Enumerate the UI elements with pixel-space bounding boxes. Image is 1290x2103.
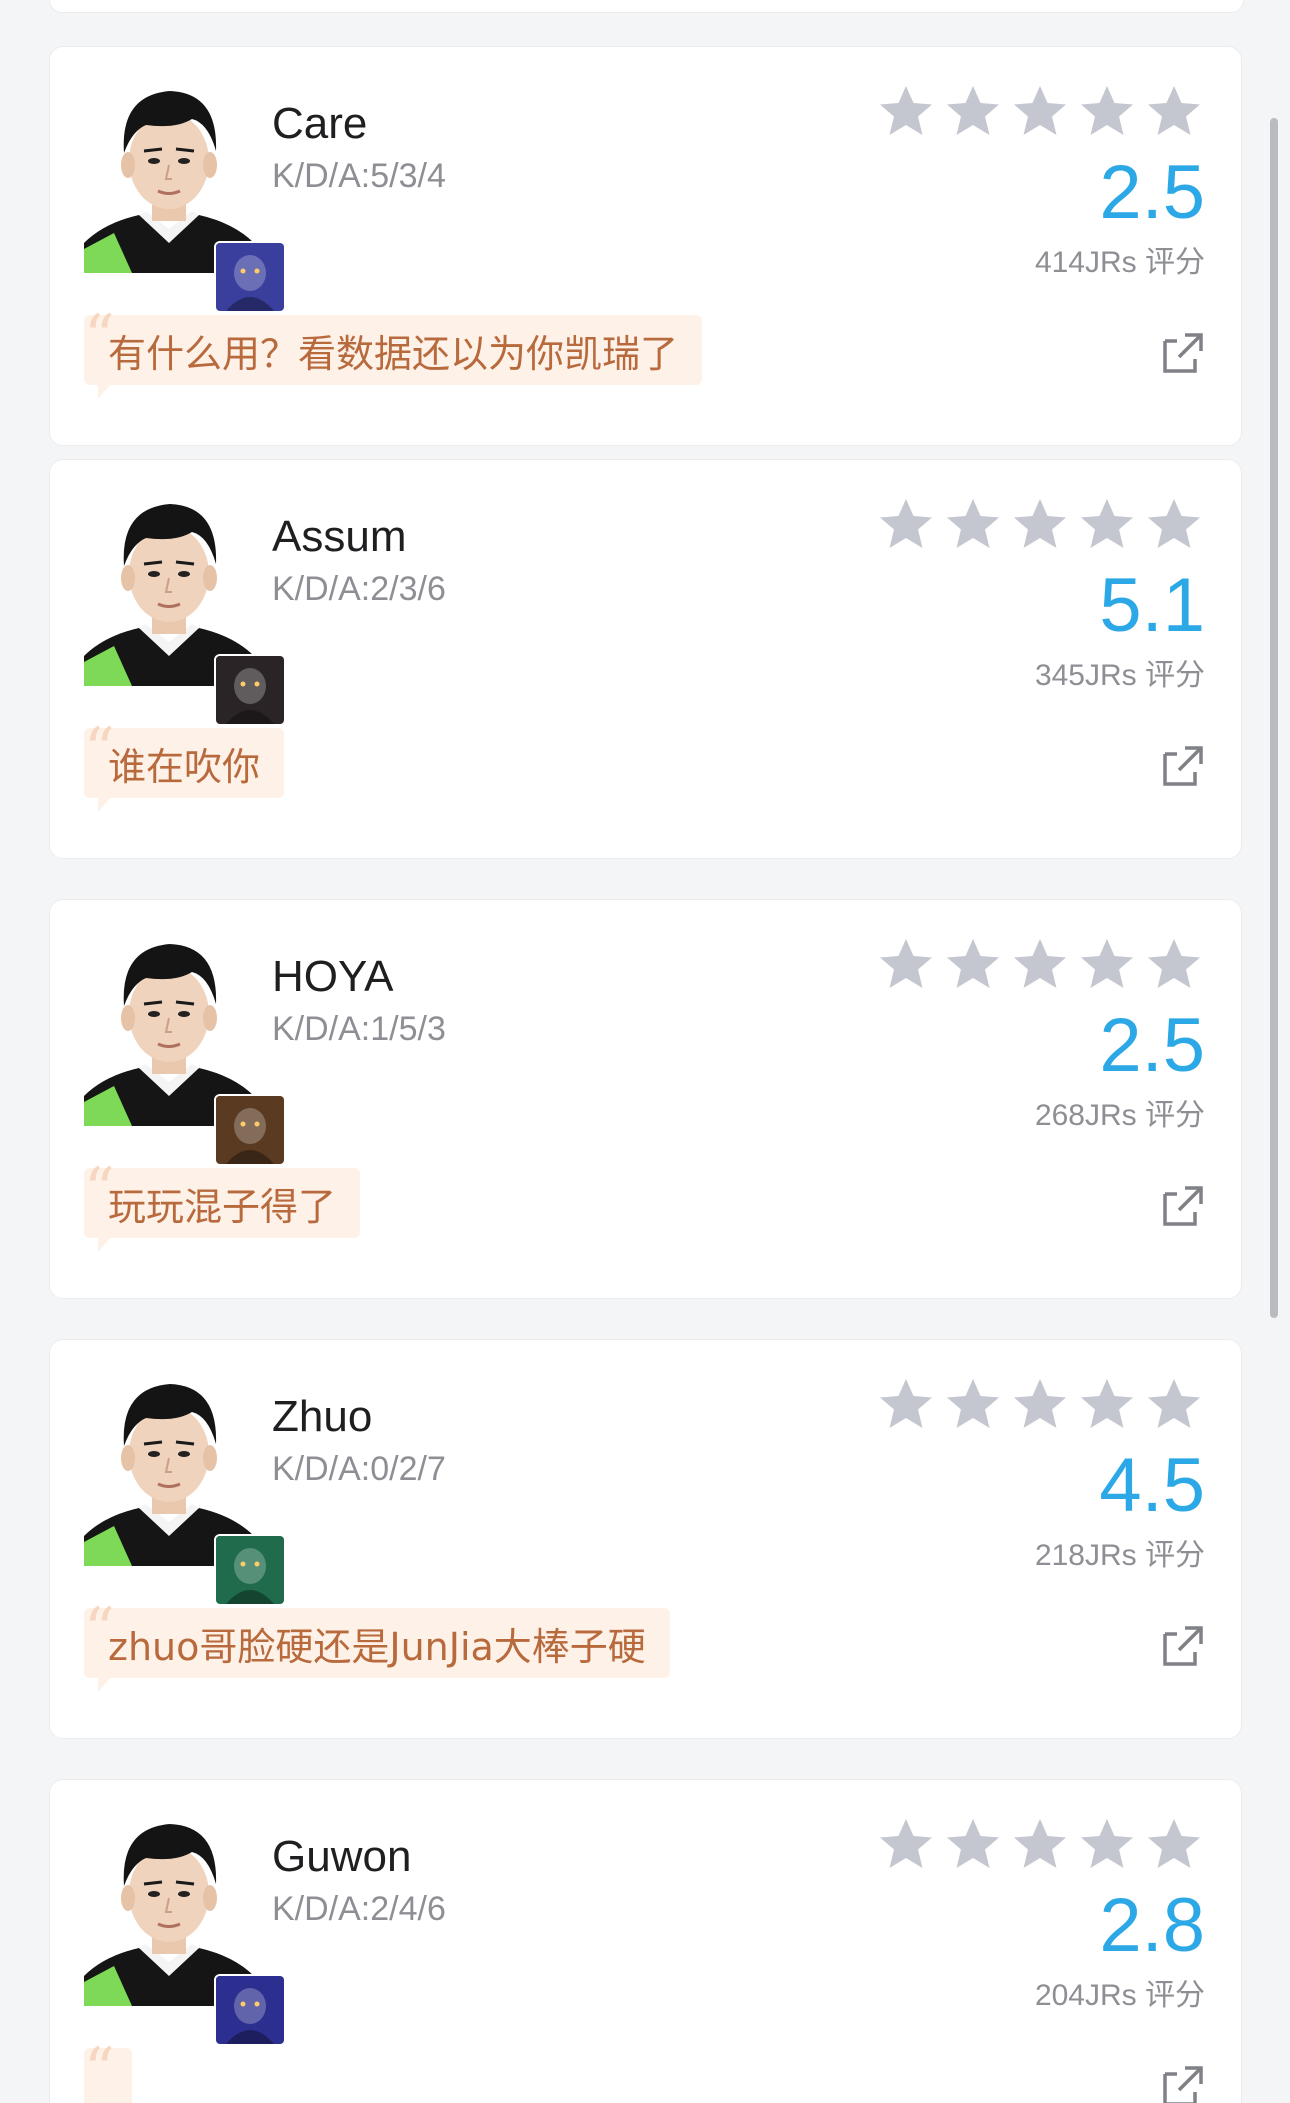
star-icon[interactable]: [877, 1376, 935, 1434]
star-icon[interactable]: [877, 1816, 935, 1874]
player-rating-card-guwon[interactable]: Guwon K/D/A:2/4/6 2.8 204JRs 评分 “: [49, 1779, 1242, 2103]
player-name[interactable]: Care: [272, 99, 367, 149]
star-icon[interactable]: [1078, 1816, 1136, 1874]
star-rating[interactable]: [877, 1376, 1203, 1434]
quote-icon: “: [84, 2035, 115, 2103]
star-icon[interactable]: [1145, 1816, 1203, 1874]
rating-count: 218JRs 评分: [1034, 1539, 1205, 1572]
share-external-icon[interactable]: [1161, 1624, 1205, 1668]
star-icon[interactable]: [1145, 83, 1203, 141]
top-comment[interactable]: “: [84, 2040, 132, 2103]
star-icon[interactable]: [1078, 1376, 1136, 1434]
star-icon[interactable]: [944, 83, 1002, 141]
comment-text: 有什么用？看数据还以为你凯瑞了: [108, 331, 679, 376]
kda-stat: K/D/A:2/4/6: [272, 1890, 446, 1928]
star-rating[interactable]: [877, 1816, 1203, 1874]
player-rating-card-hoya[interactable]: HOYA K/D/A:1/5/3 2.5 268JRs 评分 “ 玩玩混子得了: [49, 899, 1242, 1299]
star-rating[interactable]: [877, 496, 1203, 554]
top-comment[interactable]: “ 谁在吹你: [84, 720, 285, 812]
share-external-icon[interactable]: [1161, 1184, 1205, 1228]
player-avatar[interactable]: [84, 1376, 286, 1606]
rating-count: 414JRs 评分: [1034, 246, 1205, 279]
comment-text: zhuo哥脸硬还是JunJia大棒子硬: [108, 1624, 646, 1669]
share-external-icon[interactable]: [1161, 331, 1205, 375]
star-icon[interactable]: [944, 496, 1002, 554]
star-icon[interactable]: [877, 936, 935, 994]
star-rating[interactable]: [877, 83, 1203, 141]
average-score: 2.5: [1099, 1003, 1205, 1088]
rating-count: 268JRs 评分: [1034, 1099, 1205, 1132]
player-avatar[interactable]: [84, 83, 286, 313]
average-score: 2.5: [1099, 150, 1205, 235]
star-icon[interactable]: [944, 936, 1002, 994]
rating-count: 204JRs 评分: [1034, 1979, 1205, 2012]
star-icon[interactable]: [877, 496, 935, 554]
player-avatar[interactable]: [84, 496, 286, 726]
rating-count: 345JRs 评分: [1034, 659, 1205, 692]
kda-stat: K/D/A:0/2/7: [272, 1450, 446, 1488]
comment-text: 谁在吹你: [108, 744, 261, 789]
player-rating-card-zhuo[interactable]: Zhuo K/D/A:0/2/7 4.5 218JRs 评分 “ zhuo哥脸硬…: [49, 1339, 1242, 1739]
star-icon[interactable]: [1078, 496, 1136, 554]
player-name[interactable]: Guwon: [272, 1832, 411, 1882]
star-icon[interactable]: [1011, 1376, 1069, 1434]
player-avatar[interactable]: [84, 1816, 286, 2046]
average-score: 4.5: [1099, 1443, 1205, 1528]
player-name[interactable]: Zhuo: [272, 1392, 372, 1442]
star-icon[interactable]: [1145, 1376, 1203, 1434]
kda-stat: K/D/A:5/3/4: [272, 157, 446, 195]
star-icon[interactable]: [1011, 496, 1069, 554]
star-icon[interactable]: [1011, 1816, 1069, 1874]
player-rating-card-assum[interactable]: Assum K/D/A:2/3/6 5.1 345JRs 评分 “ 谁在吹你: [49, 459, 1242, 859]
previous-card-edge: [49, 0, 1244, 13]
player-name[interactable]: HOYA: [272, 952, 393, 1002]
star-icon[interactable]: [1145, 936, 1203, 994]
star-icon[interactable]: [1011, 83, 1069, 141]
star-rating[interactable]: [877, 936, 1203, 994]
champion-portrait-icon: [214, 1094, 286, 1166]
top-comment[interactable]: “ 玩玩混子得了: [84, 1160, 361, 1252]
scrollbar[interactable]: [1270, 118, 1278, 1318]
comment-text: 玩玩混子得了: [108, 1184, 337, 1229]
star-icon[interactable]: [1078, 83, 1136, 141]
player-avatar[interactable]: [84, 936, 286, 1166]
star-icon[interactable]: [944, 1376, 1002, 1434]
champion-portrait-icon: [214, 654, 286, 726]
player-rating-card-care[interactable]: Care K/D/A:5/3/4 2.5 414JRs 评分 “ 有什么用？看数…: [49, 46, 1242, 446]
top-comment[interactable]: “ 有什么用？看数据还以为你凯瑞了: [84, 307, 703, 399]
kda-stat: K/D/A:1/5/3: [272, 1010, 446, 1048]
champion-portrait-icon: [214, 1974, 286, 2046]
top-comment[interactable]: “ zhuo哥脸硬还是JunJia大棒子硬: [84, 1600, 670, 1692]
champion-portrait-icon: [214, 1534, 286, 1606]
player-rating-page: Care K/D/A:5/3/4 2.5 414JRs 评分 “ 有什么用？看数…: [0, 0, 1290, 2103]
star-icon[interactable]: [1078, 936, 1136, 994]
average-score: 5.1: [1099, 563, 1205, 648]
share-external-icon[interactable]: [1161, 744, 1205, 788]
star-icon[interactable]: [1145, 496, 1203, 554]
player-name[interactable]: Assum: [272, 512, 406, 562]
champion-portrait-icon: [214, 241, 286, 313]
average-score: 2.8: [1099, 1883, 1205, 1968]
star-icon[interactable]: [877, 83, 935, 141]
star-icon[interactable]: [944, 1816, 1002, 1874]
star-icon[interactable]: [1011, 936, 1069, 994]
kda-stat: K/D/A:2/3/6: [272, 570, 446, 608]
share-external-icon[interactable]: [1161, 2064, 1205, 2103]
